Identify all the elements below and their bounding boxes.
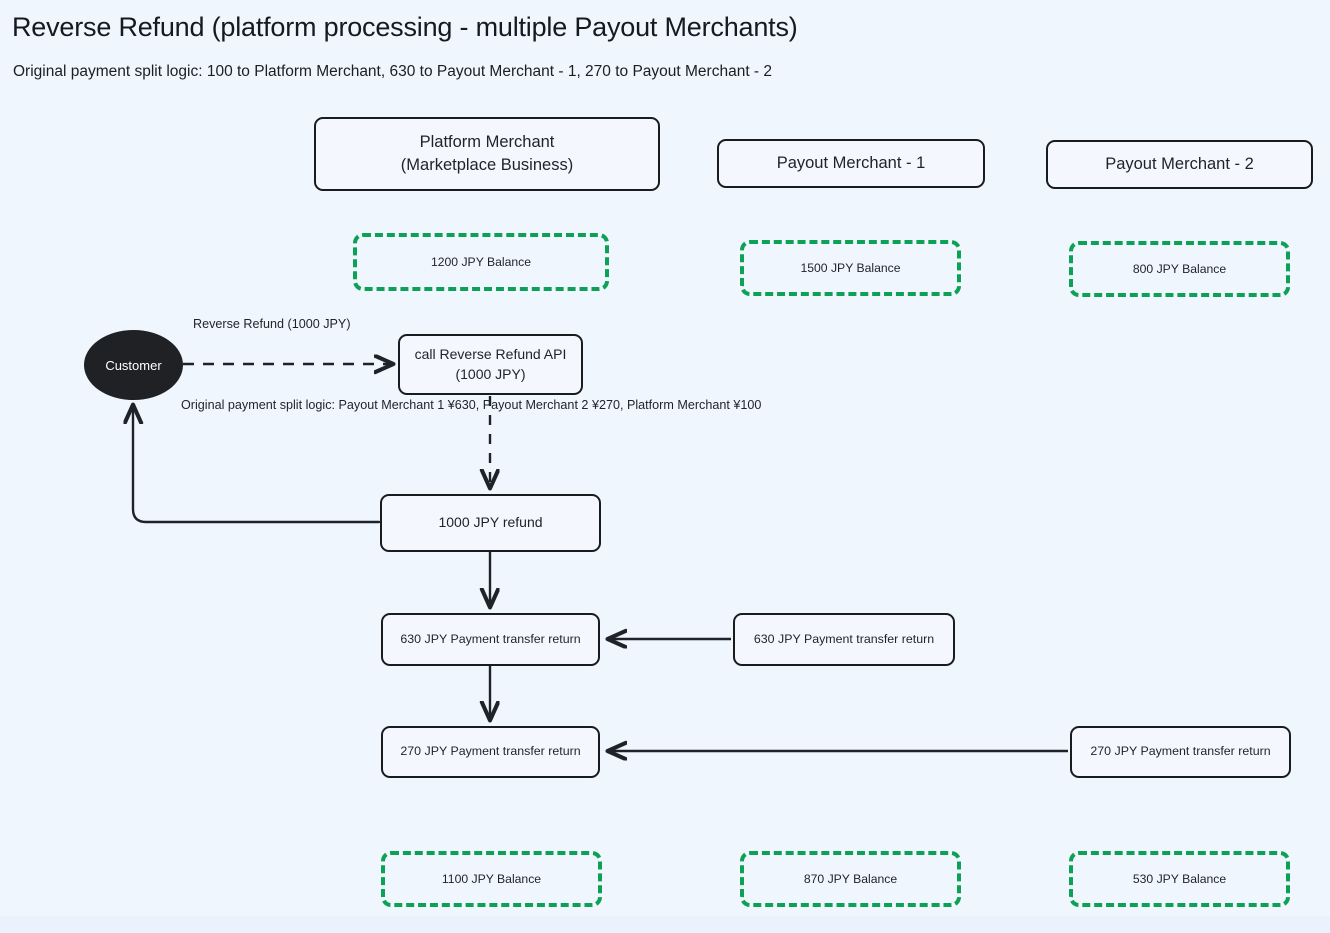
balance-before-payout-merchant-2-label: 800 JPY Balance bbox=[1132, 262, 1227, 276]
api-call-line2: (1000 JPY) bbox=[455, 365, 526, 382]
node-platform-merchant[interactable]: Platform Merchant (Marketplace Business) bbox=[314, 117, 660, 191]
page-title: Reverse Refund (platform processing - mu… bbox=[12, 12, 798, 42]
api-call-line1: call Reverse Refund API bbox=[414, 345, 567, 362]
balance-after-payout-merchant-1: 870 JPY Balance bbox=[740, 851, 961, 907]
balance-before-payout-merchant-2: 800 JPY Balance bbox=[1069, 241, 1290, 297]
split-logic-line1: Original payment split logic: bbox=[181, 398, 335, 412]
page-subtitle: Original payment split logic: 100 to Pla… bbox=[13, 63, 773, 80]
customer-label: Customer bbox=[105, 357, 162, 373]
payout-merchant-1-title: Payout Merchant - 1 bbox=[776, 153, 926, 172]
node-270-transfer-return-payout2[interactable]: 270 JPY Payment transfer return bbox=[1070, 726, 1291, 778]
transfer-return-270-label: 270 JPY Payment transfer return bbox=[400, 744, 581, 759]
split-logic-line2: Payout Merchant 1 ¥630, bbox=[338, 398, 480, 412]
edge-label-split-logic: Original payment split logic: Payout Mer… bbox=[181, 396, 761, 415]
node-270-transfer-return-platform[interactable]: 270 JPY Payment transfer return bbox=[381, 726, 600, 778]
split-logic-line4: Platform Merchant ¥100 bbox=[626, 398, 762, 412]
payout2-transfer-return-label: 270 JPY Payment transfer return bbox=[1090, 744, 1271, 759]
balance-before-payout-merchant-1-label: 1500 JPY Balance bbox=[800, 261, 901, 275]
reverse-refund-label-line1: Reverse Refund bbox=[193, 317, 285, 331]
reverse-refund-label-line2: (1000 JPY) bbox=[287, 317, 351, 331]
balance-after-payout-merchant-2-label: 530 JPY Balance bbox=[1132, 872, 1227, 886]
node-630-transfer-return-payout1[interactable]: 630 JPY Payment transfer return bbox=[733, 613, 955, 666]
node-1000-jpy-refund[interactable]: 1000 JPY refund bbox=[380, 494, 601, 552]
node-payout-merchant-2[interactable]: Payout Merchant - 2 bbox=[1046, 140, 1313, 189]
edge-refund-to-customer bbox=[133, 406, 381, 524]
transfer-return-630-label: 630 JPY Payment transfer return bbox=[400, 631, 581, 646]
balance-after-payout-merchant-2: 530 JPY Balance bbox=[1069, 851, 1290, 907]
node-payout-merchant-1[interactable]: Payout Merchant - 1 bbox=[717, 139, 985, 188]
node-customer[interactable]: Customer bbox=[84, 330, 183, 400]
balance-before-payout-merchant-1: 1500 JPY Balance bbox=[740, 240, 961, 296]
bottom-strip bbox=[0, 916, 1330, 933]
balance-before-platform-merchant: 1200 JPY Balance bbox=[353, 233, 609, 291]
node-630-transfer-return-platform[interactable]: 630 JPY Payment transfer return bbox=[381, 613, 600, 666]
platform-merchant-title-line1: Platform Merchant bbox=[419, 132, 555, 151]
balance-after-platform-merchant: 1100 JPY Balance bbox=[381, 851, 602, 907]
split-logic-line3: Payout Merchant 2 ¥270, bbox=[482, 398, 624, 412]
balance-before-platform-merchant-label: 1200 JPY Balance bbox=[430, 255, 532, 269]
balance-after-platform-merchant-label: 1100 JPY Balance bbox=[441, 872, 542, 886]
payout-merchant-2-title: Payout Merchant - 2 bbox=[1105, 154, 1254, 173]
balance-after-payout-merchant-1-label: 870 JPY Balance bbox=[803, 872, 898, 886]
platform-merchant-title-line2: (Marketplace Business) bbox=[400, 156, 574, 174]
refund-label: 1000 JPY refund bbox=[438, 514, 543, 531]
node-call-reverse-refund-api[interactable]: call Reverse Refund API (1000 JPY) bbox=[398, 334, 583, 395]
payout1-transfer-return-label: 630 JPY Payment transfer return bbox=[753, 631, 935, 646]
edge-label-reverse-refund: Reverse Refund (1000 JPY) bbox=[193, 315, 351, 334]
